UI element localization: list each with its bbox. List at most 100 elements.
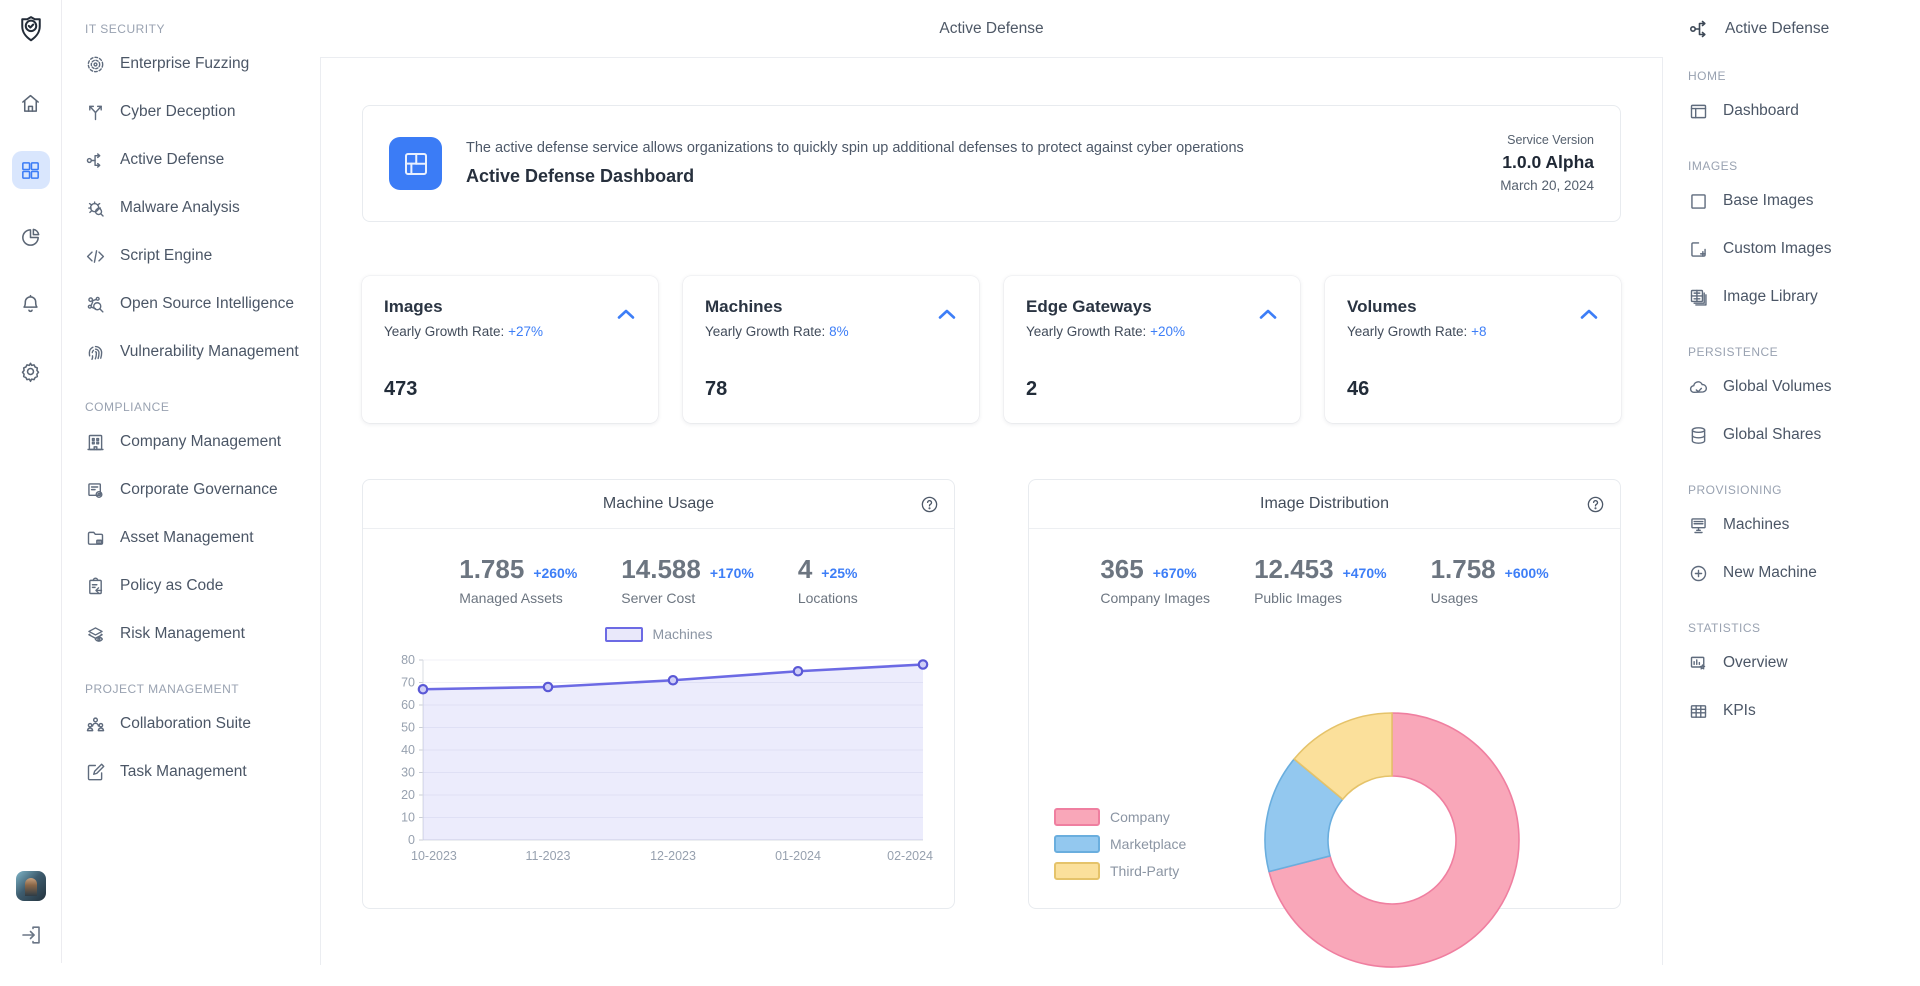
flow-icon (85, 150, 106, 171)
banner-description: The active defense service allows organi… (466, 140, 1244, 156)
service-banner: The active defense service allows organi… (362, 105, 1621, 222)
left-sidebar: IT SECURITYEnterprise FuzzingCyber Decep… (63, 0, 320, 963)
legend-label: Marketplace (1110, 836, 1186, 852)
square-plus-icon (1688, 239, 1709, 260)
sidebar-item-vulnerability-management[interactable]: Vulnerability Management (85, 328, 310, 376)
home-icon (19, 92, 42, 115)
chart-stat-usages: 1.758+600%Usages (1431, 554, 1549, 606)
chevron-up-icon[interactable] (614, 302, 638, 326)
rail-item-analytics[interactable] (12, 218, 50, 256)
stat-card-title: Images (384, 297, 636, 317)
item-label: Asset Management (120, 529, 254, 547)
rightnav-item-dashboard[interactable]: Dashboard (1688, 87, 1910, 135)
item-label: Machines (1723, 516, 1789, 534)
stat-card-value: 473 (384, 378, 417, 401)
rightnav-item-overview[interactable]: Overview (1688, 639, 1910, 687)
rightnav-item-base-images[interactable]: Base Images (1688, 177, 1910, 225)
stat-card-value: 46 (1347, 378, 1369, 401)
item-label: Custom Images (1723, 240, 1832, 258)
icon-rail (0, 0, 62, 963)
layers-eye-icon (85, 624, 106, 645)
rightnav-item-global-volumes[interactable]: Global Volumes (1688, 363, 1910, 411)
donut-legend-item-marketplace[interactable]: Marketplace (1054, 835, 1186, 853)
line-chart-legend[interactable]: Machines (363, 626, 954, 642)
chevron-up-icon[interactable] (935, 302, 959, 326)
chart-stat-value: 365 (1100, 554, 1143, 585)
stat-cards-row: Images Yearly Growth Rate: +27% 473 Machine… (362, 276, 1621, 423)
user-avatar[interactable] (16, 871, 46, 901)
rightnav-item-machines[interactable]: Machines (1688, 501, 1910, 549)
stat-card-title: Volumes (1347, 297, 1599, 317)
legend-swatch (1054, 835, 1100, 853)
sidebar-item-open-source-intelligence[interactable]: Open Source Intelligence (85, 280, 310, 328)
sidebar-item-script-engine[interactable]: Script Engine (85, 232, 310, 280)
help-icon[interactable] (1586, 495, 1605, 514)
image-distribution-donut (1029, 606, 1620, 986)
svg-text:30: 30 (401, 766, 415, 780)
sidebar-item-company-management[interactable]: Company Management (85, 418, 310, 466)
rightnav-item-global-shares[interactable]: Global Shares (1688, 411, 1910, 459)
donut-legend-item-third-party[interactable]: Third-Party (1054, 862, 1186, 880)
image-distribution-stats: 365+670%Company Images 12.453+470%Public … (1029, 529, 1620, 606)
donut-legend: Company Marketplace Third-Party (1054, 808, 1186, 889)
item-label: Collaboration Suite (120, 715, 251, 733)
chart-stat-public-images: 12.453+470%Public Images (1254, 554, 1387, 606)
chart-stat-value: 4 (798, 554, 812, 585)
sidebar-item-policy-as-code[interactable]: Policy as Code (85, 562, 310, 610)
svg-text:70: 70 (401, 676, 415, 690)
rail-item-notifications[interactable] (12, 285, 50, 323)
item-label: Image Library (1723, 288, 1818, 306)
service-version-value: 1.0.0 Alpha (1500, 154, 1594, 172)
rightnav-section-title: PROVISIONING (1688, 483, 1910, 497)
item-label: Global Volumes (1723, 378, 1832, 396)
chevron-up-icon[interactable] (1577, 302, 1601, 326)
sidebar-item-collaboration-suite[interactable]: Collaboration Suite (85, 700, 310, 748)
code-icon (85, 246, 106, 267)
building-icon (85, 432, 106, 453)
donut-legend-item-company[interactable]: Company (1054, 808, 1186, 826)
svg-text:10: 10 (401, 811, 415, 825)
chart-stat-server-cost: 14.588+170%Server Cost (621, 554, 754, 606)
rail-item-settings[interactable] (12, 352, 50, 390)
sidebar-item-asset-management[interactable]: Asset Management (85, 514, 310, 562)
logout-icon[interactable] (19, 923, 43, 947)
stat-card-images: Images Yearly Growth Rate: +27% 473 (362, 276, 658, 423)
svg-text:12-2023: 12-2023 (650, 849, 696, 863)
image-distribution-title: Image Distribution (1260, 495, 1389, 513)
rail-item-apps[interactable] (12, 151, 50, 189)
stat-card-machines: MachinesYearly Growth Rate: 8%78 (683, 276, 979, 423)
doc-gear-icon (85, 480, 106, 501)
rightnav-item-image-library[interactable]: Image Library (1688, 273, 1910, 321)
rightnav-section-title: PERSISTENCE (1688, 345, 1910, 359)
stat-card-value: 2 (1026, 378, 1037, 401)
stat-card-edge-gateways: Edge GatewaysYearly Growth Rate: +20%2 (1004, 276, 1300, 423)
target-icon (85, 54, 106, 75)
sidebar-item-cyber-deception[interactable]: Cyber Deception (85, 88, 310, 136)
right-sidebar: Active Defense HOMEDashboardIMAGESBase I… (1664, 0, 1920, 963)
sidebar-item-enterprise-fuzzing[interactable]: Enterprise Fuzzing (85, 40, 310, 88)
content-panel: The active defense service allows organi… (320, 57, 1663, 965)
shield-check-icon (16, 14, 46, 44)
item-label: Active Defense (120, 151, 224, 169)
rail-item-home[interactable] (12, 84, 50, 122)
right-sidebar-header: Active Defense (1688, 0, 1910, 57)
square-icon (1688, 191, 1709, 212)
right-sidebar-title: Active Defense (1725, 20, 1829, 38)
dashboard-icon (1688, 101, 1709, 122)
sidebar-item-active-defense[interactable]: Active Defense (85, 136, 310, 184)
chart-stat-company-images: 365+670%Company Images (1100, 554, 1210, 606)
rightnav-item-new-machine[interactable]: New Machine (1688, 549, 1910, 597)
sidebar-item-risk-management[interactable]: Risk Management (85, 610, 310, 658)
chevron-up-icon[interactable] (1256, 302, 1280, 326)
legend-swatch (1054, 862, 1100, 880)
chart-stat-value: 1.758 (1431, 554, 1496, 585)
item-label: Company Management (120, 433, 281, 451)
help-icon[interactable] (920, 495, 939, 514)
rightnav-item-kpis[interactable]: KPIs (1688, 687, 1910, 735)
rightnav-item-custom-images[interactable]: Custom Images (1688, 225, 1910, 273)
item-label: Policy as Code (120, 577, 223, 595)
stat-card-growth: Yearly Growth Rate: +27% (384, 324, 636, 339)
sidebar-item-malware-analysis[interactable]: Malware Analysis (85, 184, 310, 232)
sidebar-item-task-management[interactable]: Task Management (85, 748, 310, 796)
sidebar-item-corporate-governance[interactable]: Corporate Governance (85, 466, 310, 514)
